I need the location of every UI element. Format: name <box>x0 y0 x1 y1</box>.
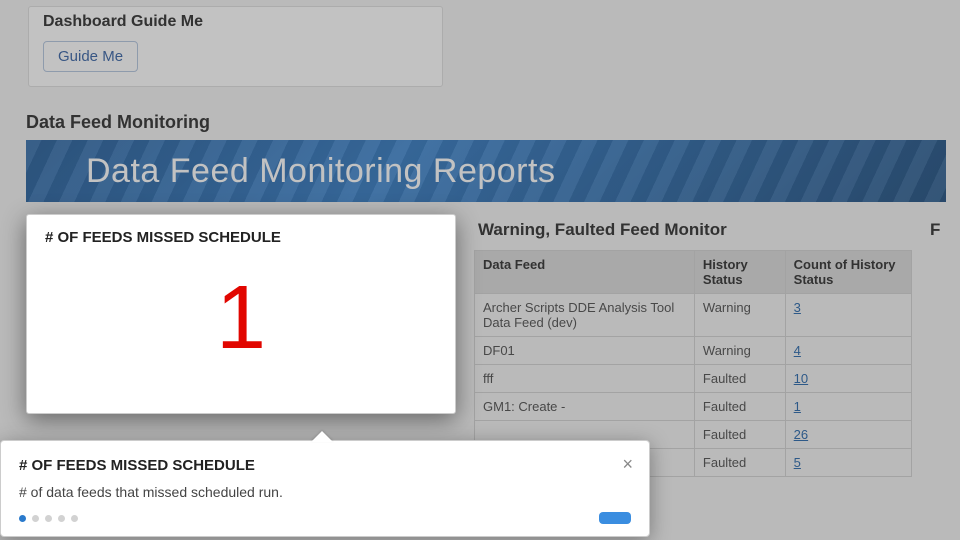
cell-count[interactable]: 26 <box>785 421 911 449</box>
cell-history-status: Faulted <box>694 421 785 449</box>
metric-title: # OF FEEDS MISSED SCHEDULE <box>45 229 437 246</box>
cell-history-status: Warning <box>694 294 785 337</box>
dashboard-guide-title: Dashboard Guide Me <box>43 13 428 31</box>
tour-step-dot[interactable] <box>19 515 26 522</box>
section-title: Data Feed Monitoring <box>26 112 210 133</box>
reports-row: # OF FEEDS MISSED SCHEDULE 1 Warning, Fa… <box>26 214 960 477</box>
table-row: Archer Scripts DDE Analysis Tool Data Fe… <box>475 294 912 337</box>
tour-popover: × # OF FEEDS MISSED SCHEDULE # of data f… <box>0 440 650 537</box>
col-data-feed: Data Feed <box>475 251 695 294</box>
col-count-history-status: Count of History Status <box>785 251 911 294</box>
warning-faulted-monitor-title: Warning, Faulted Feed Monitor <box>478 220 912 240</box>
close-icon[interactable]: × <box>622 455 633 473</box>
right-partial-card: F <box>930 214 960 477</box>
table-row: fffFaulted10 <box>475 365 912 393</box>
cell-count[interactable]: 4 <box>785 337 911 365</box>
metric-value: 1 <box>45 246 437 390</box>
tour-next-button[interactable] <box>599 512 631 524</box>
cell-history-status: Faulted <box>694 365 785 393</box>
tour-step-dot[interactable] <box>71 515 78 522</box>
tour-popover-title: # OF FEEDS MISSED SCHEDULE <box>19 457 631 474</box>
guide-me-button[interactable]: Guide Me <box>43 41 138 72</box>
cell-data-feed: GM1: Create - <box>475 393 695 421</box>
cell-count[interactable]: 3 <box>785 294 911 337</box>
table-row: DF01Warning4 <box>475 337 912 365</box>
cell-data-feed: fff <box>475 365 695 393</box>
report-banner: Data Feed Monitoring Reports <box>26 140 946 202</box>
col-history-status: History Status <box>694 251 785 294</box>
tour-step-dot[interactable] <box>32 515 39 522</box>
tour-popover-body: # of data feeds that missed scheduled ru… <box>19 484 631 500</box>
cell-count[interactable]: 5 <box>785 449 911 477</box>
cell-history-status: Faulted <box>694 449 785 477</box>
right-partial-title: F <box>930 220 960 240</box>
cell-data-feed: DF01 <box>475 337 695 365</box>
tour-step-dots <box>19 515 78 522</box>
cell-data-feed: Archer Scripts DDE Analysis Tool Data Fe… <box>475 294 695 337</box>
cell-history-status: Faulted <box>694 393 785 421</box>
cell-count[interactable]: 1 <box>785 393 911 421</box>
tour-step-dot[interactable] <box>45 515 52 522</box>
dashboard-guide-card: Dashboard Guide Me Guide Me <box>28 6 443 87</box>
cell-history-status: Warning <box>694 337 785 365</box>
table-row: GM1: Create -Faulted1 <box>475 393 912 421</box>
warning-faulted-monitor-card: Warning, Faulted Feed Monitor Data Feed … <box>474 214 912 477</box>
feeds-missed-schedule-card: # OF FEEDS MISSED SCHEDULE 1 <box>26 214 456 414</box>
tour-step-dot[interactable] <box>58 515 65 522</box>
cell-count[interactable]: 10 <box>785 365 911 393</box>
